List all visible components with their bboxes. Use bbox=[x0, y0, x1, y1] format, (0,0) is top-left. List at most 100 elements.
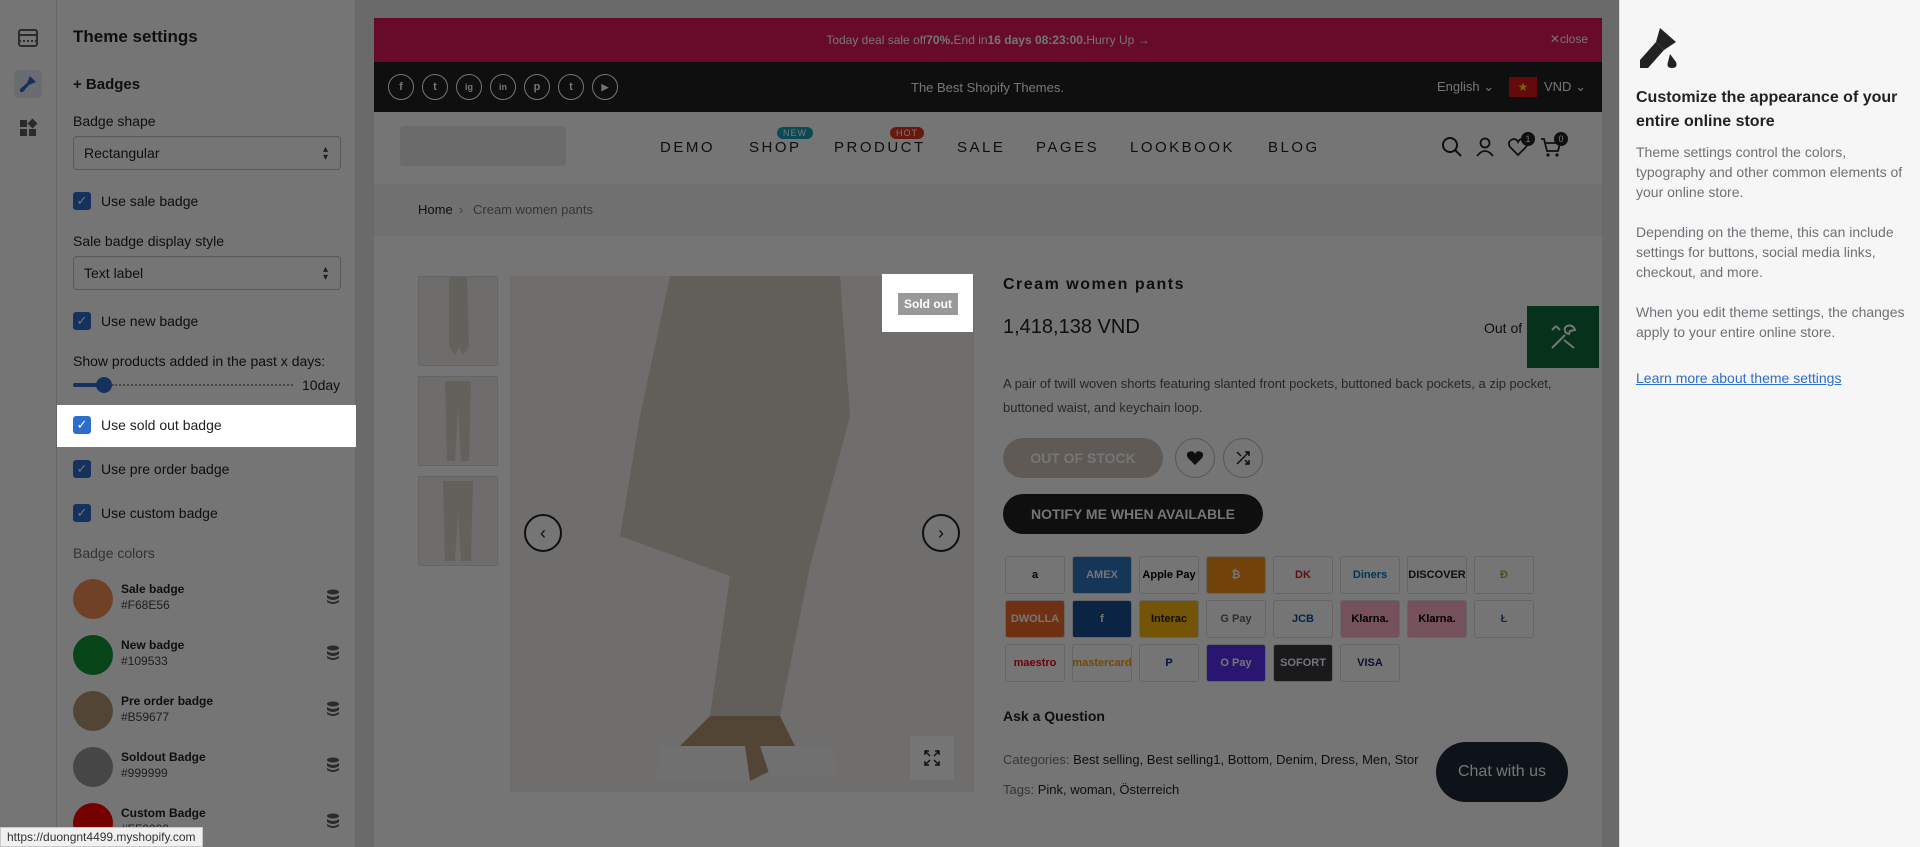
product-thumbnail[interactable] bbox=[418, 476, 498, 566]
breadcrumb-home[interactable]: Home bbox=[418, 202, 453, 217]
color-row-new[interactable]: New badge #109533 bbox=[73, 632, 341, 678]
linkedin-icon[interactable]: in bbox=[490, 74, 516, 100]
announcement-bar: Today deal sale off 70%. End in 16 days … bbox=[374, 18, 1602, 62]
out-of-stock-button[interactable]: OUT OF STOCK bbox=[1003, 438, 1163, 478]
announce-prefix: Today deal sale off bbox=[826, 33, 927, 47]
badge-shape-select[interactable]: Rectangular ▴ ▾ bbox=[73, 136, 341, 170]
help-panel: Customize the appearance of your entire … bbox=[1619, 0, 1920, 847]
color-name: Pre order badge bbox=[121, 694, 214, 708]
badge-shape-value: Rectangular bbox=[84, 145, 160, 161]
expand-icon[interactable] bbox=[910, 736, 954, 780]
payment-icon: P bbox=[1139, 644, 1199, 682]
nav-demo[interactable]: DEMO bbox=[660, 139, 715, 156]
database-icon[interactable] bbox=[325, 588, 341, 606]
use-sold-out-badge-checkbox-highlighted[interactable]: ✓ Use sold out badge bbox=[73, 415, 222, 435]
use-pre-order-badge-label: Use pre order badge bbox=[101, 461, 230, 477]
wishlist-count: 1 bbox=[1521, 132, 1535, 146]
color-hex: #F68E56 bbox=[121, 598, 170, 612]
search-icon[interactable] bbox=[1441, 136, 1463, 158]
sale-display-select[interactable]: Text label ▴ ▾ bbox=[73, 256, 341, 290]
cart-icon[interactable]: 0 bbox=[1540, 132, 1568, 158]
sold-out-badge: Sold out bbox=[898, 293, 958, 315]
currency-selector[interactable]: VND ⌄ bbox=[1544, 79, 1586, 95]
sale-display-label: Sale badge display style bbox=[73, 233, 224, 249]
product-title: Cream women pants bbox=[1003, 276, 1185, 293]
app-blocks-icon[interactable] bbox=[14, 114, 42, 142]
prev-arrow-icon[interactable]: ‹ bbox=[524, 514, 562, 552]
categories-label: Categories: bbox=[1003, 752, 1074, 767]
heart-icon[interactable] bbox=[1175, 438, 1215, 478]
announce-close-button[interactable]: ✕close bbox=[1550, 32, 1588, 46]
product-main-image[interactable]: ‹ › bbox=[510, 276, 974, 792]
database-icon[interactable] bbox=[325, 700, 341, 718]
nav-lookbook[interactable]: LOOKBOOK bbox=[1130, 139, 1235, 156]
nav-sale[interactable]: SALE bbox=[957, 139, 1005, 156]
ask-question-link[interactable]: Ask a Question bbox=[1003, 708, 1105, 724]
color-swatch[interactable] bbox=[73, 635, 113, 675]
account-icon[interactable] bbox=[1474, 136, 1496, 158]
payment-icon: Ł bbox=[1474, 600, 1534, 638]
wishlist-icon[interactable]: 1 bbox=[1507, 132, 1535, 158]
use-custom-badge-label: Use custom badge bbox=[101, 505, 218, 521]
tumblr-icon[interactable]: t bbox=[558, 74, 584, 100]
payment-icon: Apple Pay bbox=[1139, 556, 1199, 594]
badge-colors-heading: Badge colors bbox=[73, 545, 155, 561]
paint-roller-icon bbox=[1640, 28, 1677, 68]
product-tags: Tags: Pink, woman, Österreich bbox=[1003, 782, 1179, 797]
color-name: Custom Badge bbox=[121, 806, 206, 820]
payment-icon: O Pay bbox=[1206, 644, 1266, 682]
status-bar-url: https://duongnt4499.myshopify.com bbox=[0, 827, 203, 847]
database-icon[interactable] bbox=[325, 812, 341, 830]
past-days-slider[interactable] bbox=[73, 377, 293, 393]
nav-shop[interactable]: SHOP NEW bbox=[749, 127, 813, 156]
learn-more-link[interactable]: Learn more about theme settings bbox=[1636, 370, 1841, 386]
use-custom-badge-checkbox[interactable]: ✓ Use custom badge bbox=[73, 503, 218, 523]
color-row-pre-order[interactable]: Pre order badge #B59677 bbox=[73, 688, 341, 734]
slider-knob[interactable] bbox=[96, 377, 112, 393]
payment-icon: a bbox=[1005, 556, 1065, 594]
color-swatch[interactable] bbox=[73, 691, 113, 731]
color-row-sale[interactable]: Sale badge #F68E56 bbox=[73, 576, 341, 622]
instagram-icon[interactable]: ig bbox=[456, 74, 482, 100]
store-logo[interactable] bbox=[400, 126, 566, 166]
use-new-badge-checkbox[interactable]: ✓ Use new badge bbox=[73, 311, 198, 331]
payment-icon: AMEX bbox=[1072, 556, 1132, 594]
language-selector[interactable]: English ⌄ bbox=[1437, 79, 1494, 95]
payment-icon: mastercard bbox=[1072, 644, 1132, 682]
paintbrush-icon[interactable] bbox=[14, 70, 42, 98]
color-swatch[interactable] bbox=[73, 747, 113, 787]
database-icon[interactable] bbox=[325, 644, 341, 662]
checkmark-icon: ✓ bbox=[73, 312, 91, 330]
sections-icon[interactable] bbox=[14, 24, 42, 52]
color-swatch[interactable] bbox=[73, 579, 113, 619]
pinterest-icon[interactable]: p bbox=[524, 74, 550, 100]
chat-button[interactable]: Chat with us bbox=[1436, 742, 1568, 802]
nav-pages[interactable]: PAGES bbox=[1036, 139, 1099, 156]
use-pre-order-badge-checkbox[interactable]: ✓ Use pre order badge bbox=[73, 459, 229, 479]
nav-blog[interactable]: BLOG bbox=[1268, 139, 1320, 156]
database-icon[interactable] bbox=[325, 756, 341, 774]
twitter-icon[interactable]: t bbox=[422, 74, 448, 100]
use-sale-badge-checkbox[interactable]: ✓ Use sale badge bbox=[73, 191, 198, 211]
new-badge: NEW bbox=[777, 127, 813, 139]
next-arrow-icon[interactable]: › bbox=[922, 514, 960, 552]
announce-suffix[interactable]: Hurry Up → bbox=[1086, 33, 1149, 47]
payment-icon: Klarna. bbox=[1407, 600, 1467, 638]
badge-shape-label: Badge shape bbox=[73, 113, 156, 129]
categories-value[interactable]: Best selling, Best selling1, Bottom, Den… bbox=[1073, 752, 1418, 767]
nav-product[interactable]: PRODUCT HOT bbox=[834, 127, 926, 156]
product-thumbnail[interactable] bbox=[418, 276, 498, 366]
checkmark-icon: ✓ bbox=[73, 416, 91, 434]
past-days-value: 10day bbox=[302, 377, 341, 393]
badges-section-title[interactable]: + Badges bbox=[73, 76, 140, 93]
facebook-icon[interactable]: f bbox=[388, 74, 414, 100]
tools-icon[interactable] bbox=[1525, 304, 1601, 370]
product-price: 1,418,138 VND bbox=[1003, 316, 1140, 338]
tags-value[interactable]: Pink, woman, Österreich bbox=[1038, 782, 1180, 797]
product-thumbnail[interactable] bbox=[418, 376, 498, 466]
payment-icon: DISCOVER bbox=[1407, 556, 1467, 594]
compare-icon[interactable] bbox=[1223, 438, 1263, 478]
color-row-soldout[interactable]: Soldout Badge #999999 bbox=[73, 744, 341, 790]
notify-me-button[interactable]: NOTIFY ME WHEN AVAILABLE bbox=[1003, 494, 1263, 534]
youtube-icon[interactable]: ▶ bbox=[592, 74, 618, 100]
